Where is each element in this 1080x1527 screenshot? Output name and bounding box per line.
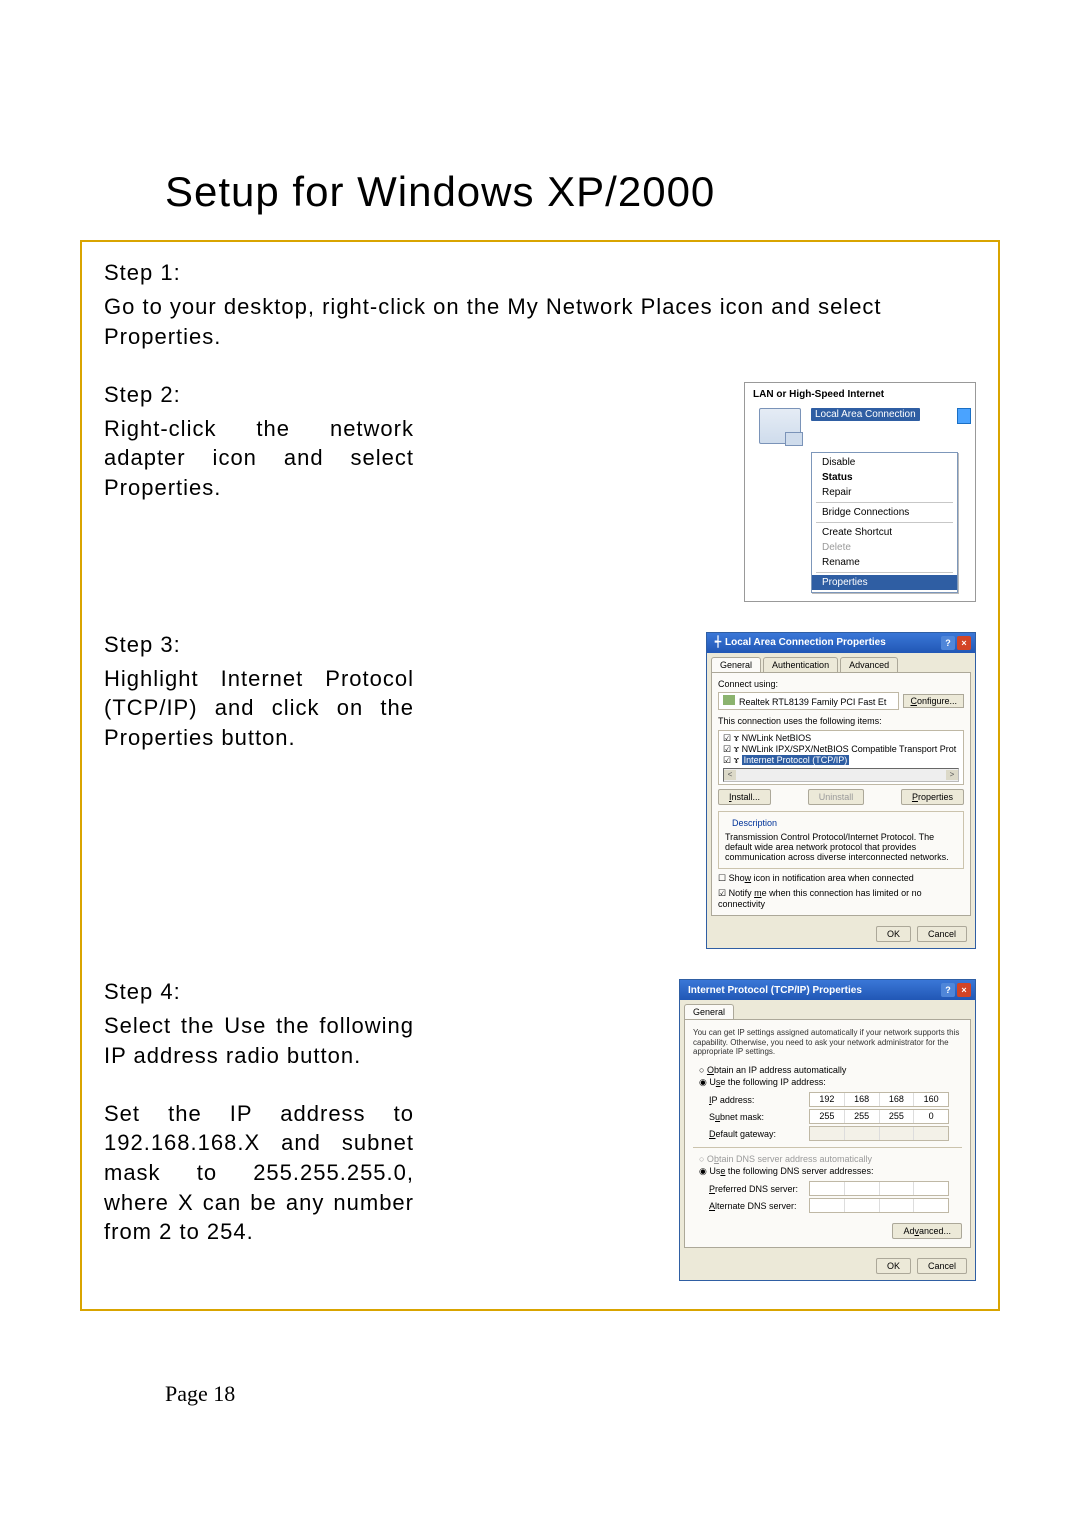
list-item[interactable]: ☑ ɤ NWLink NetBIOS	[723, 733, 959, 744]
menu-item-properties[interactable]: Properties	[812, 575, 957, 590]
ip-address-input[interactable]: 192168168160	[809, 1092, 949, 1107]
nic-activity-icon	[957, 408, 971, 424]
preferred-dns-input[interactable]	[809, 1181, 949, 1196]
preferred-dns-label: Preferred DNS server:	[709, 1184, 809, 1194]
step-3-label: Step 3:	[104, 632, 414, 658]
help-icon[interactable]: ?	[941, 636, 955, 650]
menu-item-delete: Delete	[812, 540, 957, 555]
nic-title-label: Local Area Connection	[811, 408, 920, 421]
menu-item-disable[interactable]: Disable	[812, 455, 957, 470]
radio-use-following-ip[interactable]: ◉ Use the following IP address:	[699, 1077, 962, 1088]
advanced-button[interactable]: Advanced...	[892, 1223, 962, 1239]
step-4-text-a: Select the Use the following IP address …	[104, 1011, 414, 1070]
connect-using-label: Connect using:	[718, 679, 964, 689]
ok-button[interactable]: OK	[876, 1258, 911, 1274]
alternate-dns-label: Alternate DNS server:	[709, 1201, 809, 1211]
step-3-text: Highlight Internet Protocol (TCP/IP) and…	[104, 664, 414, 753]
page-number: Page 18	[165, 1381, 1000, 1407]
cancel-button[interactable]: Cancel	[917, 926, 967, 942]
cancel-button[interactable]: Cancel	[917, 1258, 967, 1274]
show-icon-checkbox[interactable]: ☐ Show icon in notification area when co…	[718, 873, 964, 884]
step-2-label: Step 2:	[104, 382, 414, 408]
tab-general[interactable]: General	[684, 1004, 734, 1019]
list-item-selected[interactable]: ☑ ɤ Internet Protocol (TCP/IP)	[723, 755, 959, 766]
help-icon[interactable]: ?	[941, 983, 955, 997]
close-icon[interactable]: ×	[957, 983, 971, 997]
screenshot-tcpip-properties: Internet Protocol (TCP/IP) Properties ? …	[679, 979, 976, 1281]
content-frame: Step 1: Go to your desktop, right-click …	[80, 240, 1000, 1311]
tab-general[interactable]: General	[711, 657, 761, 672]
radio-obtain-dns-auto: ○ Obtain DNS server address automaticall…	[699, 1154, 962, 1164]
description-text: Transmission Control Protocol/Internet P…	[725, 832, 957, 862]
adapter-name-field: Realtek RTL8139 Family PCI Fast Et	[718, 692, 899, 710]
step-2-row: Step 2: Right-click the network adapter …	[104, 382, 976, 602]
page-title: Setup for Windows XP/2000	[165, 168, 1000, 216]
subnet-mask-label: Subnet mask:	[709, 1112, 809, 1122]
dialog-title: ┽Local Area Connection Properties	[715, 637, 886, 648]
step-4-text-b: Set the IP address to 192.168.168.X and …	[104, 1099, 414, 1247]
menu-item-repair[interactable]: Repair	[812, 485, 957, 500]
alternate-dns-input[interactable]	[809, 1198, 949, 1213]
subnet-mask-input[interactable]: 2552552550	[809, 1109, 949, 1124]
configure-button[interactable]: Configure...	[903, 694, 964, 708]
step-1-text: Go to your desktop, right-click on the M…	[104, 292, 976, 351]
notify-checkbox[interactable]: ☑ Notify me when this connection has lim…	[718, 888, 964, 909]
help-text: You can get IP settings assigned automat…	[693, 1028, 962, 1057]
scroll-left-icon[interactable]: <	[724, 770, 736, 780]
default-gateway-label: Default gateway:	[709, 1129, 809, 1139]
properties-button[interactable]: Properties	[901, 789, 964, 805]
screenshot-connection-properties: ┽Local Area Connection Properties ? × Ge…	[706, 632, 976, 950]
ip-address-label: IP address:	[709, 1095, 809, 1105]
menu-item-create-shortcut[interactable]: Create Shortcut	[812, 525, 957, 540]
menu-item-rename[interactable]: Rename	[812, 555, 957, 570]
scroll-right-icon[interactable]: >	[946, 770, 958, 780]
radio-obtain-ip-auto[interactable]: ○ Obtain an IP address automatically	[699, 1065, 962, 1075]
step-1-label: Step 1:	[104, 260, 976, 286]
step-3-row: Step 3: Highlight Internet Protocol (TCP…	[104, 632, 976, 950]
horizontal-scrollbar[interactable]: <>	[723, 768, 959, 782]
step-1: Step 1: Go to your desktop, right-click …	[104, 260, 976, 351]
context-menu: Disable Status Repair Bridge Connections…	[811, 452, 958, 593]
screenshot-context-menu: LAN or High-Speed Internet Local Area Co…	[744, 382, 976, 602]
description-label: Description	[729, 818, 780, 828]
menu-item-status-label: Status	[822, 472, 853, 483]
uninstall-button: Uninstall	[808, 789, 865, 805]
uses-items-label: This connection uses the following items…	[718, 716, 964, 726]
default-gateway-input[interactable]	[809, 1126, 949, 1141]
dialog-title: Internet Protocol (TCP/IP) Properties	[688, 985, 862, 996]
tab-authentication[interactable]: Authentication	[763, 657, 838, 672]
menu-item-bridge[interactable]: Bridge Connections	[812, 505, 957, 520]
close-icon[interactable]: ×	[957, 636, 971, 650]
adapter-card-icon	[723, 695, 735, 705]
protocol-list[interactable]: ☑ ɤ NWLink NetBIOS ☑ ɤ NWLink IPX/SPX/Ne…	[718, 730, 964, 786]
radio-use-following-dns[interactable]: ◉ Use the following DNS server addresses…	[699, 1166, 962, 1177]
step-4-row: Step 4: Select the Use the following IP …	[104, 979, 976, 1281]
step-4-label: Step 4:	[104, 979, 414, 1005]
menu-item-status[interactable]: Status	[812, 470, 957, 485]
list-item[interactable]: ☑ ɤ NWLink IPX/SPX/NetBIOS Compatible Tr…	[723, 744, 959, 755]
network-adapter-icon	[759, 408, 801, 444]
lan-group-title: LAN or High-Speed Internet	[745, 383, 975, 404]
ok-button[interactable]: OK	[876, 926, 911, 942]
tab-advanced[interactable]: Advanced	[840, 657, 898, 672]
step-2-text: Right-click the network adapter icon and…	[104, 414, 414, 503]
install-button[interactable]: Install...	[718, 789, 771, 805]
